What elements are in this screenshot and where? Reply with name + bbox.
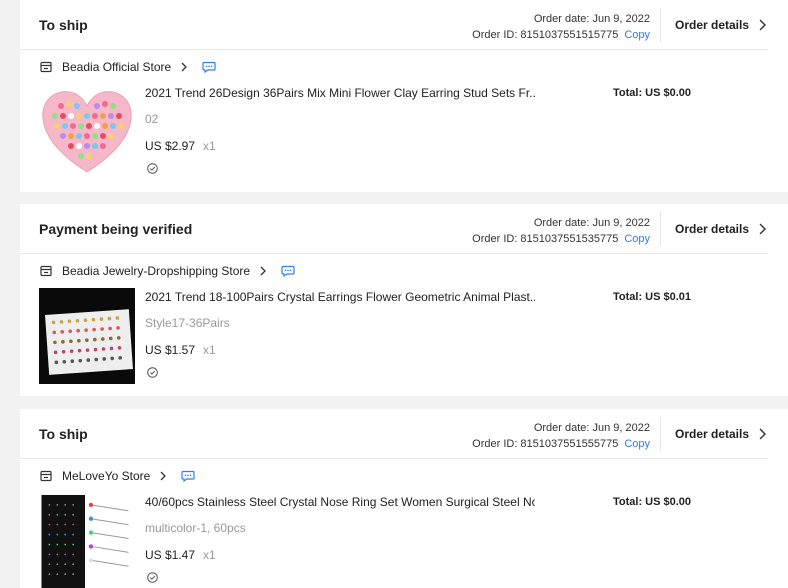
chat-icon[interactable] [202, 61, 216, 73]
product-image[interactable] [39, 288, 135, 384]
product-title[interactable]: 2021 Trend 18-100Pairs Crystal Earrings … [145, 290, 535, 304]
order-date: Order date: Jun 9, 2022 [533, 422, 650, 434]
chevron-right-icon [759, 428, 767, 440]
quantity: x1 [203, 139, 216, 153]
shield-icon [147, 367, 158, 378]
order-id: Order ID: 8151037551515775 [472, 29, 619, 41]
chat-icon[interactable] [281, 265, 295, 277]
store-name[interactable]: Beadia Jewelry-Dropshipping Store [62, 264, 250, 278]
chevron-right-icon [759, 19, 767, 31]
store-icon [40, 265, 52, 277]
order-status: To ship [39, 17, 88, 33]
price-value: US $2.97 [145, 139, 196, 153]
price-value: US $1.47 [145, 548, 196, 562]
order-total: Total: US $0.00 [613, 496, 692, 508]
product-variant: 02 [145, 112, 159, 126]
chevron-right-icon [759, 223, 767, 235]
order-header: To ship Order date: Jun 9, 2022 Order ID… [20, 409, 768, 459]
order-meta: Order date: Jun 9, 2022 Order ID: 815103… [472, 11, 650, 43]
order-details-button[interactable]: Order details [675, 18, 767, 32]
copy-button[interactable]: Copy [624, 29, 650, 41]
order-status: Payment being verified [39, 221, 193, 237]
order-date: Order date: Jun 9, 2022 [533, 13, 650, 25]
store-row[interactable]: Beadia Official Store [40, 60, 216, 74]
copy-button[interactable]: Copy [624, 438, 650, 450]
product-image[interactable] [39, 493, 135, 588]
header-divider [660, 8, 661, 42]
product-variant: Style17-36Pairs [145, 316, 230, 330]
order-id: Order ID: 8151037551535775 [472, 233, 619, 245]
shield-icon [147, 572, 158, 583]
order-details-label: Order details [675, 222, 750, 236]
header-divider [660, 212, 661, 246]
chat-icon[interactable] [181, 470, 195, 482]
order-status: To ship [39, 426, 88, 442]
product-title[interactable]: 2021 Trend 26Design 36Pairs Mix Mini Flo… [145, 86, 535, 100]
order-id: Order ID: 8151037551555775 [472, 438, 619, 450]
store-name[interactable]: MeLoveYo Store [62, 469, 150, 483]
order-card: To ship Order date: Jun 9, 2022 Order ID… [20, 0, 788, 192]
order-details-button[interactable]: Order details [675, 427, 767, 441]
product-price: US $2.97 x1 [145, 139, 216, 153]
header-divider [660, 417, 661, 451]
order-details-button[interactable]: Order details [675, 222, 767, 236]
copy-button[interactable]: Copy [624, 233, 650, 245]
store-icon [40, 61, 52, 73]
store-row[interactable]: MeLoveYo Store [40, 469, 195, 483]
order-date: Order date: Jun 9, 2022 [533, 217, 650, 229]
price-value: US $1.57 [145, 343, 196, 357]
order-header: To ship Order date: Jun 9, 2022 Order ID… [20, 0, 768, 50]
quantity: x1 [203, 343, 216, 357]
order-meta: Order date: Jun 9, 2022 Order ID: 815103… [472, 420, 650, 452]
store-icon [40, 470, 52, 482]
chevron-right-icon[interactable] [159, 471, 167, 481]
store-row[interactable]: Beadia Jewelry-Dropshipping Store [40, 264, 295, 278]
product-title[interactable]: 40/60pcs Stainless Steel Crystal Nose Ri… [145, 495, 535, 509]
shield-icon [147, 163, 158, 174]
order-header: Payment being verified Order date: Jun 9… [20, 204, 768, 254]
order-details-label: Order details [675, 18, 750, 32]
chevron-right-icon[interactable] [180, 62, 188, 72]
chevron-right-icon[interactable] [259, 266, 267, 276]
order-card: To ship Order date: Jun 9, 2022 Order ID… [20, 409, 788, 588]
order-meta: Order date: Jun 9, 2022 Order ID: 815103… [472, 215, 650, 247]
quantity: x1 [203, 548, 216, 562]
store-name[interactable]: Beadia Official Store [62, 60, 171, 74]
order-total: Total: US $0.00 [613, 87, 692, 99]
product-price: US $1.57 x1 [145, 343, 216, 357]
product-image[interactable] [39, 84, 135, 180]
product-variant: multicolor-1, 60pcs [145, 521, 246, 535]
order-card: Payment being verified Order date: Jun 9… [20, 204, 788, 396]
order-details-label: Order details [675, 427, 750, 441]
order-total: Total: US $0.01 [613, 291, 692, 303]
product-price: US $1.47 x1 [145, 548, 216, 562]
